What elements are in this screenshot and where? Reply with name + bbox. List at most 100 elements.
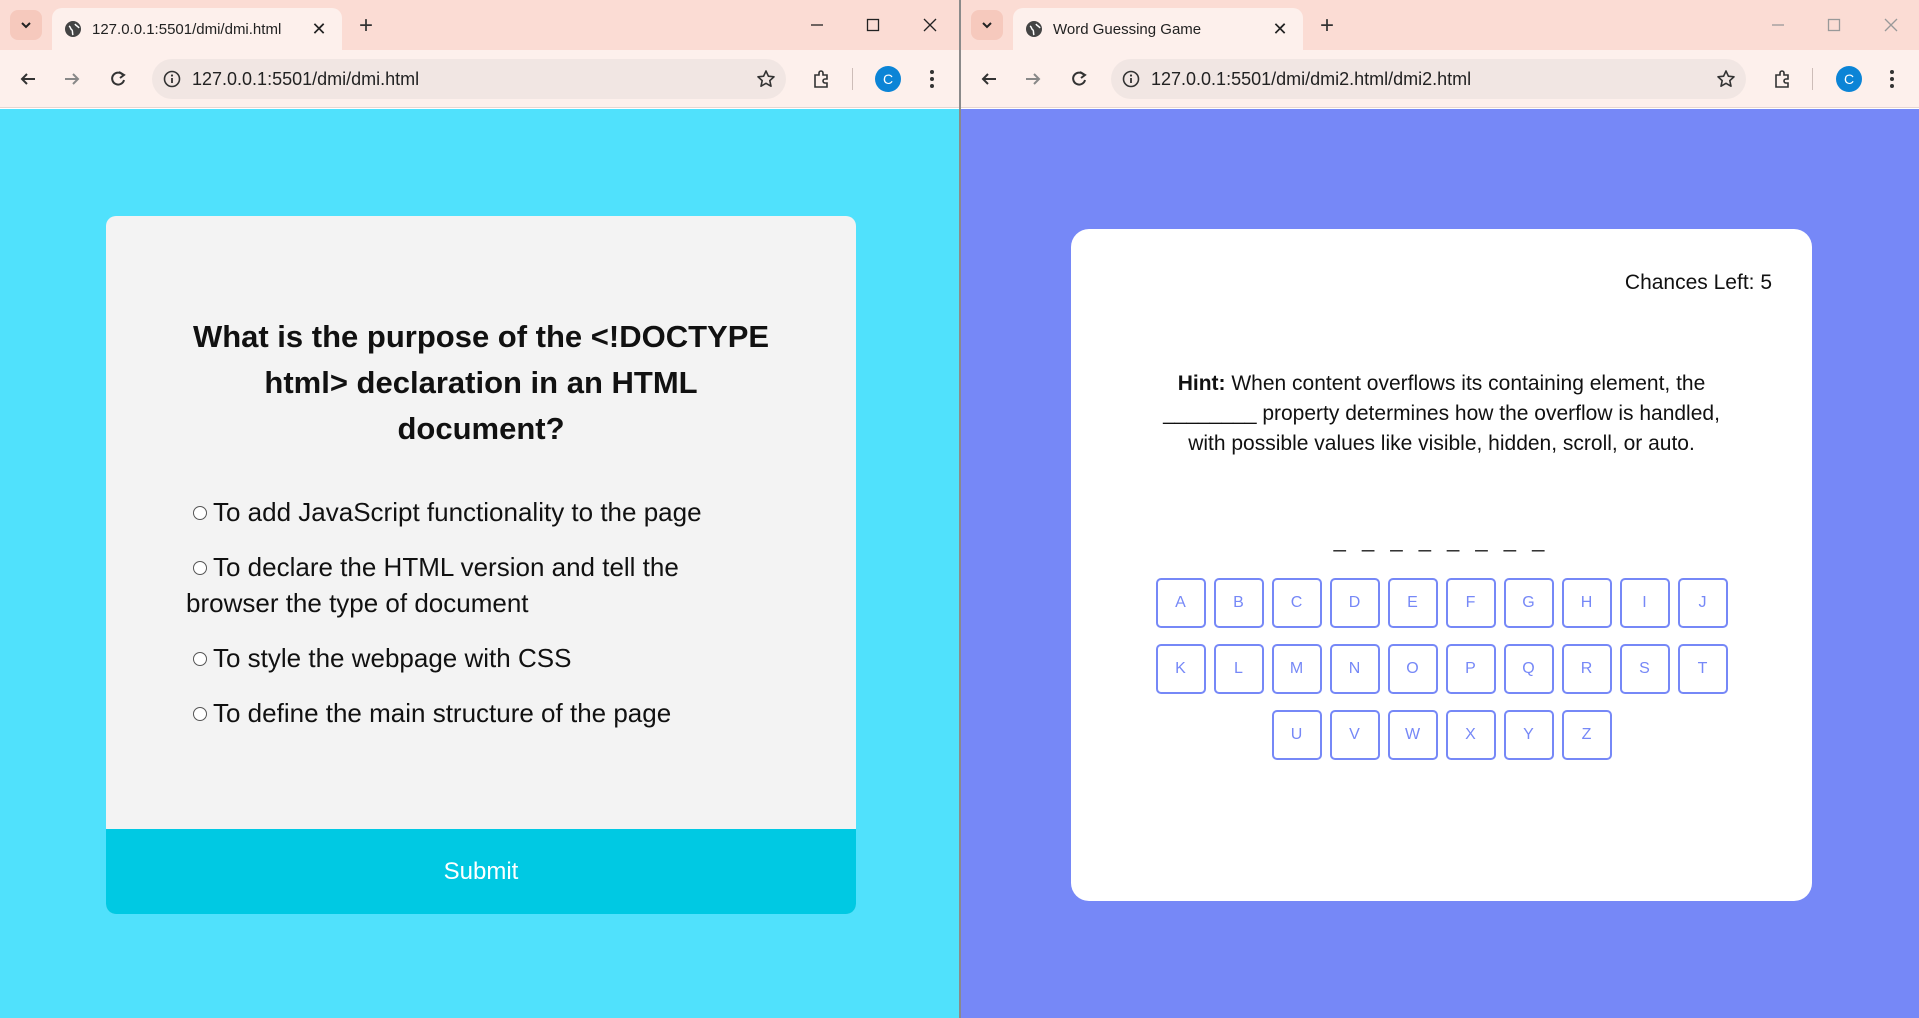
letter-key-x[interactable]: X — [1445, 710, 1496, 760]
letter-key-n[interactable]: N — [1329, 644, 1380, 694]
maximize-icon — [866, 18, 880, 32]
browser-tab[interactable]: 127.0.0.1:5501/dmi/dmi.html ✕ — [52, 8, 342, 50]
maximize-button[interactable] — [851, 10, 895, 40]
site-info-icon[interactable] — [152, 59, 192, 99]
radio-button[interactable] — [193, 652, 207, 666]
radio-button[interactable] — [193, 707, 207, 721]
minimize-icon — [811, 24, 823, 26]
close-window-button[interactable] — [908, 10, 952, 40]
letter-key-a[interactable]: A — [1155, 578, 1206, 628]
arrow-right-icon — [1026, 73, 1041, 85]
keyboard-row: UVWXYZ — [1071, 710, 1812, 760]
maximize-button[interactable] — [1812, 10, 1856, 40]
letter-key-c[interactable]: C — [1271, 578, 1322, 628]
option-label[interactable]: To declare the HTML version and tell the… — [186, 552, 679, 618]
tab-title: Word Guessing Game — [1053, 20, 1202, 38]
profile-avatar[interactable]: C — [875, 66, 901, 92]
letter-key-r[interactable]: R — [1561, 644, 1612, 694]
puzzle-icon — [814, 70, 828, 88]
menu-button[interactable] — [1877, 64, 1907, 94]
quiz-option[interactable]: To style the webpage with CSS — [186, 640, 776, 676]
letter-key-e[interactable]: E — [1387, 578, 1438, 628]
menu-button[interactable] — [917, 64, 947, 94]
minimize-icon — [1772, 24, 1784, 26]
bookmark-star-icon[interactable] — [746, 59, 786, 99]
bookmark-star-icon[interactable] — [1706, 59, 1746, 99]
toolbar-separator — [852, 68, 853, 90]
address-bar[interactable]: 127.0.0.1:5501/dmi/dmi.html — [152, 59, 786, 99]
letter-key-k[interactable]: K — [1155, 644, 1206, 694]
tab-strip: Word Guessing Game ✕ + — [961, 0, 1919, 50]
extensions-button[interactable] — [806, 64, 836, 94]
tab-close-icon[interactable]: ✕ — [1269, 18, 1291, 40]
option-label[interactable]: To add JavaScript functionality to the p… — [213, 497, 702, 527]
letter-key-p[interactable]: P — [1445, 644, 1496, 694]
close-icon — [1884, 18, 1898, 32]
back-button[interactable] — [13, 64, 43, 94]
close-icon — [923, 18, 937, 32]
letter-key-b[interactable]: B — [1213, 578, 1264, 628]
close-window-button[interactable] — [1869, 10, 1913, 40]
tab-title: 127.0.0.1:5501/dmi/dmi.html — [92, 20, 282, 38]
option-label[interactable]: To style the webpage with CSS — [213, 643, 571, 673]
reload-button[interactable] — [1064, 64, 1094, 94]
forward-button[interactable] — [1018, 64, 1048, 94]
chevron-down-icon — [21, 22, 31, 29]
game-card: Chances Left: 5 Hint: When content overf… — [1071, 229, 1812, 901]
letter-key-w[interactable]: W — [1387, 710, 1438, 760]
tab-close-icon[interactable]: ✕ — [308, 18, 330, 40]
letter-key-f[interactable]: F — [1445, 578, 1496, 628]
site-info-icon[interactable] — [1111, 59, 1151, 99]
globe-icon — [65, 21, 81, 37]
letter-key-h[interactable]: H — [1561, 578, 1612, 628]
letter-key-t[interactable]: T — [1677, 644, 1728, 694]
tab-strip: 127.0.0.1:5501/dmi/dmi.html ✕ + — [0, 0, 959, 50]
page-content: Chances Left: 5 Hint: When content overf… — [961, 109, 1919, 1018]
puzzle-icon — [1775, 70, 1789, 88]
option-label[interactable]: To define the main structure of the page — [213, 698, 671, 728]
letter-key-o[interactable]: O — [1387, 644, 1438, 694]
quiz-option[interactable]: To declare the HTML version and tell the… — [186, 549, 776, 621]
radio-button[interactable] — [193, 561, 207, 575]
letter-key-z[interactable]: Z — [1561, 710, 1612, 760]
toolbar-separator — [1812, 68, 1813, 90]
submit-button[interactable]: Submit — [106, 829, 856, 914]
browser-tab[interactable]: Word Guessing Game ✕ — [1013, 8, 1303, 50]
tab-search-button[interactable] — [971, 10, 1003, 40]
keyboard-row: KLMNOPQRST — [1071, 644, 1812, 694]
globe-icon — [1026, 21, 1042, 37]
tab-search-button[interactable] — [10, 10, 42, 40]
letter-key-i[interactable]: I — [1619, 578, 1670, 628]
quiz-option[interactable]: To define the main structure of the page — [186, 695, 776, 731]
browser-window-left: 127.0.0.1:5501/dmi/dmi.html ✕ + 127.0.0.… — [0, 0, 959, 1018]
hint-label: Hint: — [1177, 372, 1226, 395]
browser-toolbar: 127.0.0.1:5501/dmi/dmi2.html/dmi2.html C — [961, 50, 1919, 108]
reload-button[interactable] — [103, 64, 133, 94]
minimize-button[interactable] — [795, 10, 839, 40]
hint-body: When content overflows its containing el… — [1163, 372, 1720, 455]
letter-key-u[interactable]: U — [1271, 710, 1322, 760]
extensions-button[interactable] — [1767, 64, 1797, 94]
minimize-button[interactable] — [1756, 10, 1800, 40]
url-text: 127.0.0.1:5501/dmi/dmi.html — [192, 68, 420, 89]
letter-key-d[interactable]: D — [1329, 578, 1380, 628]
letter-key-g[interactable]: G — [1503, 578, 1554, 628]
letter-key-s[interactable]: S — [1619, 644, 1670, 694]
new-tab-button[interactable]: + — [1313, 12, 1341, 40]
new-tab-button[interactable]: + — [352, 12, 380, 40]
forward-button[interactable] — [57, 64, 87, 94]
letter-key-y[interactable]: Y — [1503, 710, 1554, 760]
letter-key-m[interactable]: M — [1271, 644, 1322, 694]
back-button[interactable] — [974, 64, 1004, 94]
letter-key-l[interactable]: L — [1213, 644, 1264, 694]
quiz-option[interactable]: To add JavaScript functionality to the p… — [186, 494, 776, 530]
quiz-card: What is the purpose of the <!DOCTYPE htm… — [106, 216, 856, 914]
hint-text: Hint: When content overflows its contain… — [1151, 369, 1732, 459]
chances-left: Chances Left: 5 — [1624, 271, 1772, 294]
profile-avatar[interactable]: C — [1836, 66, 1862, 92]
letter-key-j[interactable]: J — [1677, 578, 1728, 628]
letter-key-q[interactable]: Q — [1503, 644, 1554, 694]
letter-key-v[interactable]: V — [1329, 710, 1380, 760]
radio-button[interactable] — [193, 506, 207, 520]
address-bar[interactable]: 127.0.0.1:5501/dmi/dmi2.html/dmi2.html — [1111, 59, 1746, 99]
